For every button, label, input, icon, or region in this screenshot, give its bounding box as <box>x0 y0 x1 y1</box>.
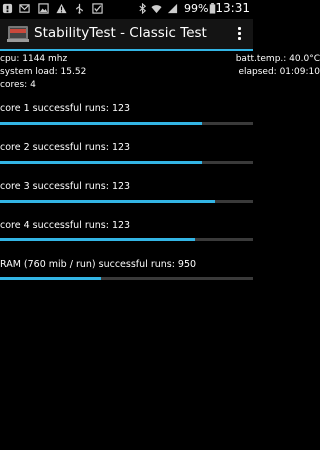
core-2-progress-bar <box>0 161 253 164</box>
ram-progress-bar <box>0 277 253 280</box>
battery-temperature: batt.temp.: 40.0°C <box>235 54 320 64</box>
bluetooth-icon <box>139 3 147 14</box>
overflow-menu-button[interactable] <box>237 27 241 43</box>
check-square-icon <box>92 3 103 14</box>
core-1-progress-fill <box>0 122 203 125</box>
core-3-label: core 3 successful runs: 123 <box>0 181 131 192</box>
warning-icon <box>56 3 67 14</box>
core-2-progress-fill <box>0 161 203 164</box>
core-4-progress-fill <box>0 238 195 241</box>
core-3-progress-fill <box>0 200 216 203</box>
core-3-progress-bar <box>0 200 253 203</box>
image-icon <box>38 3 49 14</box>
elapsed-time: elapsed: 01:09:10 <box>238 67 320 77</box>
action-bar-divider <box>0 49 253 51</box>
battery-percent: 99% <box>184 2 209 15</box>
clock: 13:31 <box>215 1 250 15</box>
usb-icon <box>76 3 83 14</box>
overflow-dot <box>237 32 241 35</box>
wifi-icon <box>151 5 162 14</box>
ram-label: RAM (760 mib / run) successful runs: 950 <box>0 259 197 270</box>
cpu-frequency: cpu: 1144 mhz <box>0 54 68 64</box>
alert-icon <box>2 3 13 14</box>
overflow-dot <box>237 37 241 40</box>
core-2-label: core 2 successful runs: 123 <box>0 142 131 153</box>
app-logo-icon <box>7 26 29 42</box>
core-4-label: core 4 successful runs: 123 <box>0 220 131 231</box>
status-bar: 99% 13:31 <box>0 0 253 18</box>
overflow-dot <box>237 27 241 30</box>
core-4-progress-bar <box>0 238 253 241</box>
action-bar: StabilityTest - Classic Test <box>0 19 253 49</box>
system-load: system load: 15.52 <box>0 67 87 77</box>
signal-icon <box>167 3 178 14</box>
core-1-label: core 1 successful runs: 123 <box>0 103 131 114</box>
core-count: cores: 4 <box>0 80 36 90</box>
ram-progress-fill <box>0 277 102 280</box>
core-1-progress-bar <box>0 122 253 125</box>
mail-icon <box>19 4 30 13</box>
app-title: StabilityTest - Classic Test <box>34 25 207 41</box>
